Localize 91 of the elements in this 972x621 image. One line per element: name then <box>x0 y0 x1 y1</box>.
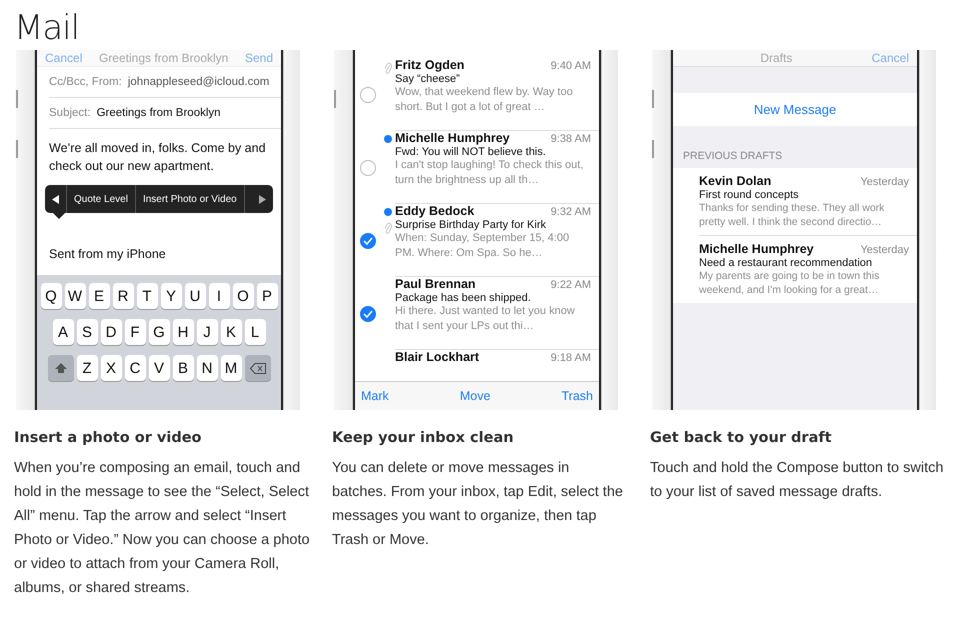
keyboard-key[interactable]: F <box>124 319 146 345</box>
shift-key[interactable] <box>48 355 74 381</box>
sender-name: Michelle Humphrey <box>699 242 814 256</box>
draft-subject: Need a restaurant recommendation <box>699 257 874 269</box>
keyboard-key[interactable]: Q <box>40 283 62 309</box>
keyboard-key[interactable]: B <box>172 355 194 381</box>
feature-description: You can delete or move messages in batches. From your inbox, tap Edit, select the messages you want to organize, then tap Trash or Move. <box>332 459 624 550</box>
sender-name: Kevin Dolan <box>699 174 772 188</box>
keyboard-key[interactable]: D <box>100 319 122 345</box>
feature-description: Touch and hold the Compose button to switch to your list of saved message drafts. <box>650 459 944 502</box>
feature-heading: Keep your inbox clean <box>332 430 515 448</box>
keyboard-key[interactable]: G <box>148 319 170 345</box>
selection-checkbox[interactable] <box>360 306 376 322</box>
delete-key[interactable] <box>244 355 270 381</box>
keyboard-key[interactable]: N <box>196 355 218 381</box>
subject-value[interactable]: Greetings from Brooklyn <box>96 107 221 119</box>
message-subject: Fwd: You will NOT believe this. <box>395 146 547 158</box>
message-row[interactable]: Blair Lockhart 9:18 AM <box>355 350 599 378</box>
menu-item[interactable]: Quote Level <box>67 185 136 213</box>
backspace-icon <box>250 362 266 374</box>
message-preview: I can't stop laughing! To check this out, turn the brightness up all th… <box>395 158 584 188</box>
draft-subject: First round concepts <box>699 189 800 201</box>
keyboard-key[interactable]: H <box>172 319 194 345</box>
keyboard-key[interactable]: I <box>208 283 230 309</box>
draft-preview: Thanks for sending these. They all work pretty well. I think the second directio… <box>699 201 886 229</box>
signature-text: Sent from my iPhone <box>49 247 167 261</box>
message-row[interactable]: Eddy Bedock 9:32 AM Surprise Birthday Party for Kirk When: Sunday, September 15, 4:00 PM. Where: Om Spa. So he… <box>355 204 599 277</box>
right-triangle-icon <box>259 194 266 204</box>
message-preview: Wow, that weekend flew by. Way too short. But I got a lot of great … <box>395 85 574 115</box>
page-title: Mail <box>14 7 80 50</box>
keyboard-key[interactable]: W <box>64 283 86 309</box>
message-time: 9:32 AM <box>550 206 591 218</box>
keyboard-key[interactable]: V <box>148 355 170 381</box>
new-message-button[interactable]: New Message <box>673 93 917 126</box>
keyboard-key[interactable]: E <box>88 283 110 309</box>
keyboard-key[interactable]: U <box>184 283 206 309</box>
nav-title: Drafts <box>760 51 792 65</box>
message-body[interactable]: We’re all moved in, folks. Come by and check out our new apartment. <box>49 139 269 175</box>
toolbar-button[interactable]: Trash <box>561 389 593 403</box>
keyboard-key[interactable]: A <box>52 319 74 345</box>
keyboard-key[interactable]: M <box>220 355 242 381</box>
selection-checkbox[interactable] <box>360 86 376 102</box>
message-row[interactable]: Fritz Ogden 9:40 AM Say “cheese” Wow, that weekend flew by. Way too short. But I got a lot of great … <box>355 58 599 131</box>
left-triangle-icon <box>52 194 59 204</box>
sender-name: Paul Brennan <box>395 277 476 291</box>
sender-name: Eddy Bedock <box>395 204 474 218</box>
keyboard-key[interactable]: P <box>256 283 278 309</box>
keyboard-key[interactable]: Y <box>160 283 182 309</box>
keyboard-key[interactable]: K <box>220 319 242 345</box>
section-header: PREVIOUS DRAFTS <box>682 149 784 164</box>
keyboard-key[interactable]: O <box>232 283 254 309</box>
menu-item[interactable]: Insert Photo or Video <box>136 185 245 213</box>
keyboard-key[interactable]: S <box>76 319 98 345</box>
message-subject: Package has been shipped. <box>395 292 532 304</box>
message-subject: Say “cheese” <box>395 73 461 85</box>
feature-heading: Insert a photo or video <box>14 430 203 448</box>
keyboard-key[interactable]: R <box>112 283 134 309</box>
message-row[interactable]: Paul Brennan 9:22 AM Package has been shipped. Hi there. Just wanted to let you know that I sent your LPs out thi… <box>355 277 599 350</box>
checkmark-icon <box>363 310 373 318</box>
keyboard-key[interactable]: L <box>244 319 266 345</box>
message-preview: When: Sunday, September 15, 4:00 PM. Where: Om Spa. So he… <box>395 231 570 261</box>
draft-time: Yesterday <box>860 176 909 188</box>
message-time: 9:22 AM <box>550 279 591 291</box>
keyboard-key[interactable]: T <box>136 283 158 309</box>
message-time: 9:38 AM <box>550 133 591 145</box>
draft-preview: My parents are going to be in town this weekend, and I'm looking for a great… <box>699 269 880 297</box>
selection-checkbox[interactable] <box>360 232 376 248</box>
keyboard-key[interactable]: J <box>196 319 218 345</box>
sender-name: Michelle Humphrey <box>395 131 510 145</box>
message-time: 9:40 AM <box>550 60 591 72</box>
nav-title: Greetings from Brooklyn <box>98 51 228 65</box>
message-row[interactable]: Michelle Humphrey 9:38 AM Fwd: You will NOT believe this. I can't stop laughing! To check this out, turn the brightness up all th… <box>355 131 599 204</box>
feature-description: When you’re composing an email, touch and hold in the message to see the “Select, Select All” menu. Tap the arrow and select “Insert Photo or Video.” Now you can choose a photo or video to attach from your Camera Roll, albums, or shared streams. <box>14 459 310 598</box>
message-time: 9:18 AM <box>550 352 591 364</box>
up-arrow-icon <box>54 363 66 373</box>
selection-checkbox[interactable] <box>360 160 376 176</box>
message-subject: Surprise Birthday Party for Kirk <box>395 219 547 231</box>
keyboard-key[interactable]: X <box>100 355 122 381</box>
sender-name: Fritz Ogden <box>395 58 464 72</box>
message-preview: Hi there. Just wanted to let you know that I sent your LPs out thi… <box>395 304 576 334</box>
keyboard-key[interactable]: C <box>124 355 146 381</box>
toolbar-button[interactable]: Mark <box>361 389 389 403</box>
field-label: Subject: <box>49 107 91 119</box>
keyboard-key[interactable]: Z <box>76 355 98 381</box>
checkmark-icon <box>363 236 373 244</box>
from-value[interactable]: johnappleseed@icloud.com <box>128 76 270 88</box>
feature-heading: Get back to your draft <box>650 430 833 448</box>
field-label: Cc/Bcc, From: <box>49 76 122 88</box>
toolbar-button[interactable]: Move <box>460 389 490 403</box>
sender-name: Blair Lockhart <box>395 350 480 364</box>
draft-time: Yesterday <box>860 244 909 256</box>
